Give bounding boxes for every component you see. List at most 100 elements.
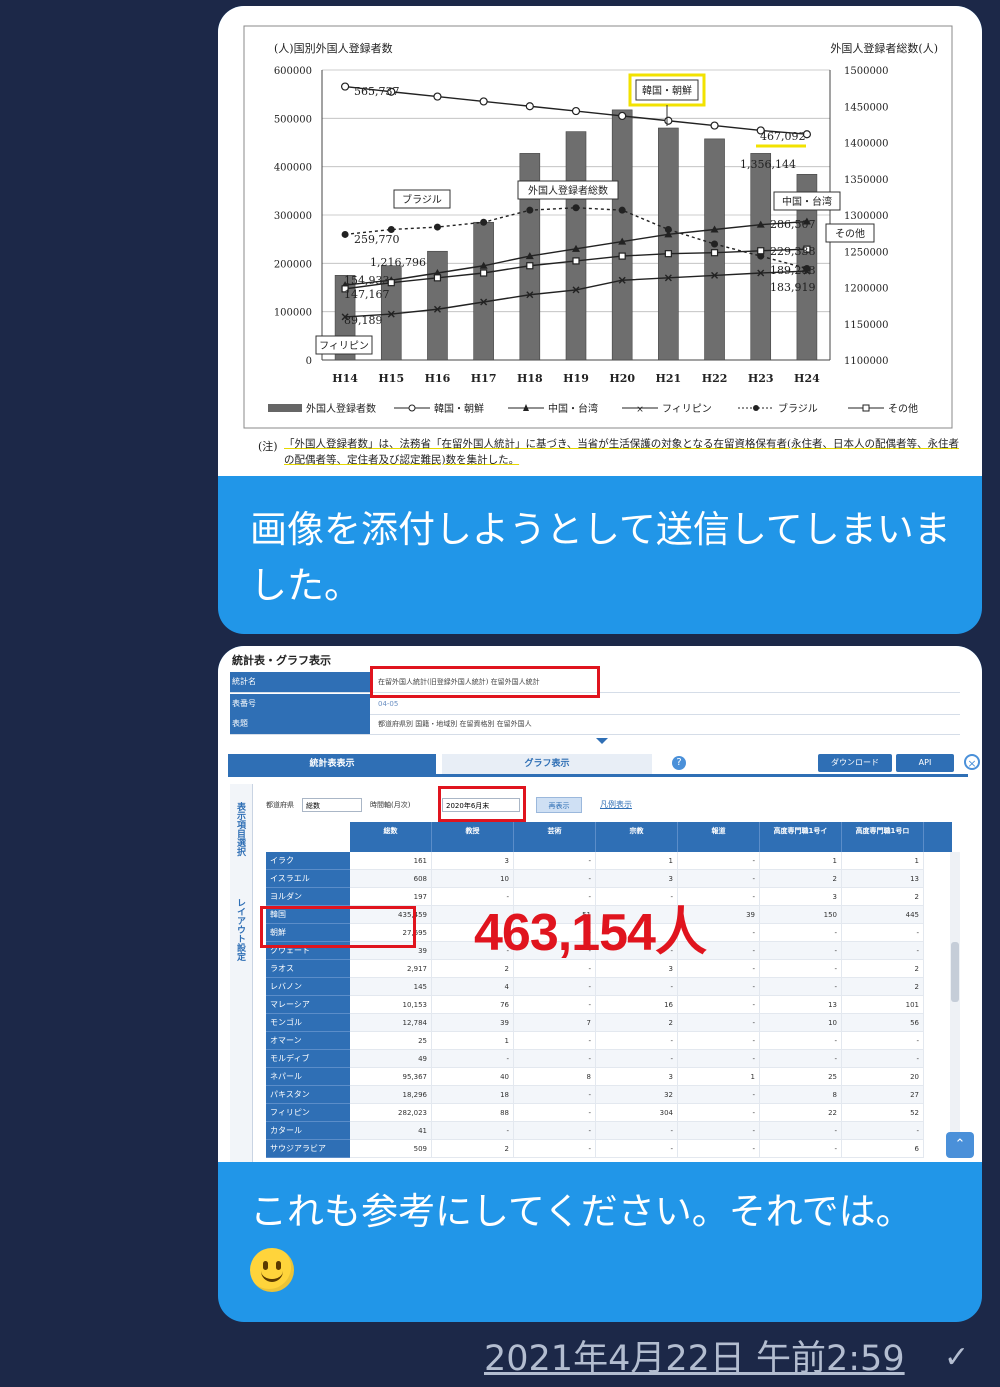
column-header[interactable]: 宗教 <box>596 822 678 852</box>
unit-link[interactable]: 凡例表示 <box>600 799 632 810</box>
table-cell: - <box>514 1032 596 1050</box>
read-check-icon: ✓ <box>944 1340 970 1375</box>
message-bubble-2[interactable]: 統計表・グラフ表示 統計名 在留外国人統計(旧登録外国人統計) 在留外国人統計 … <box>218 646 982 1322</box>
right-tick-label: 1500000 <box>844 66 889 77</box>
redisplay-button[interactable]: 再表示 <box>536 797 582 813</box>
column-header[interactable]: 報道 <box>678 822 760 852</box>
table-cell: - <box>514 978 596 996</box>
attached-table-image[interactable]: 統計表・グラフ表示 統計名 在留外国人統計(旧登録外国人統計) 在留外国人統計 … <box>218 646 982 1162</box>
vertical-scrollbar[interactable] <box>950 852 960 1152</box>
table-cell: - <box>760 1140 842 1158</box>
table-cell: 8 <box>760 1086 842 1104</box>
api-button[interactable]: API <box>896 754 954 772</box>
data-point <box>618 252 626 260</box>
table-cell: 2 <box>842 960 924 978</box>
side-tab-layout[interactable]: レイアウト設定 <box>234 898 247 961</box>
callout-korea: 韓国・朝鮮 <box>642 84 692 97</box>
grid-header: 総数教授芸術宗教報道高度専門職1号イ高度専門職1号ロ高度 <box>350 822 952 852</box>
table-row: モンゴル 12,784 39 7 2-10 56 <box>266 1014 952 1032</box>
table-cell: 1 <box>842 852 924 870</box>
svg-text:×: × <box>636 405 644 415</box>
table-cell: 27 <box>842 1086 924 1104</box>
table-cell: 49 <box>350 1050 432 1068</box>
left-axis-ticks: 600000 500000 400000 300000 200000 100000 0 <box>274 66 312 367</box>
expand-chevron-icon[interactable] <box>596 738 608 744</box>
table-cell: 101 <box>842 996 924 1014</box>
table-cell: 25 <box>350 1032 432 1050</box>
message-text-1: 画像を添付しようとして送信してしまいました。 <box>250 508 951 607</box>
table-cell: - <box>514 1050 596 1068</box>
table-cell: - <box>514 1086 596 1104</box>
column-header[interactable]: 総数 <box>350 822 432 852</box>
row-label: ネパール <box>266 1068 350 1086</box>
table-cell: 10,153 <box>350 996 432 1014</box>
tab-table-view[interactable]: 統計表表示 <box>228 754 436 774</box>
data-point <box>433 274 442 282</box>
meta-label: 統計名 <box>230 672 370 692</box>
help-icon[interactable]: ? <box>672 756 686 770</box>
table-cell: 7 <box>514 1014 596 1032</box>
legend-item: ブラジル <box>778 402 818 415</box>
data-point <box>479 97 488 106</box>
left-tick-label: 100000 <box>274 308 312 319</box>
legend-item: フィリピン <box>662 403 712 415</box>
data-point <box>664 250 672 258</box>
table-cell: - <box>678 1050 760 1068</box>
row-label: レバノン <box>266 978 350 996</box>
note-text: 「外国人登録者数」は、法務省「在留外国人統計」に基づき、当省が生活保護の対象とな… <box>284 438 960 466</box>
table-cell: 22 <box>760 1104 842 1122</box>
right-tick-label: 1250000 <box>844 247 889 258</box>
meta-value: 都道府県別 国籍・地域別 在留資格別 在留外国人 <box>378 720 532 728</box>
table-cell: - <box>596 1050 678 1068</box>
table-row: パキスタン 18,296 18-32-8 27 <box>266 1086 952 1104</box>
download-button[interactable]: ダウンロード <box>818 754 892 772</box>
table-cell: - <box>678 1032 760 1050</box>
bar <box>473 221 494 361</box>
table-cell: - <box>678 1122 760 1140</box>
table-cell: 95,367 <box>350 1068 432 1086</box>
message-text-2: これも参考にしてください。それでは。 <box>250 1184 952 1296</box>
right-tick-label: 1450000 <box>844 102 889 113</box>
table-cell: 3 <box>596 870 678 888</box>
legend-item: 中国・台湾 <box>548 402 598 415</box>
table-cell: 10 <box>760 1014 842 1032</box>
pref-select[interactable]: 総数 <box>302 798 362 812</box>
table-cell: - <box>678 1104 760 1122</box>
legend: 外国人登録者数 韓国・朝鮮 中国・台湾 × フィリピン ブラジル その他 <box>268 402 918 415</box>
tab-graph-view[interactable]: グラフ表示 <box>442 754 652 774</box>
right-axis-ticks: 1500000 1450000 1400000 1350000 1300000 12500… <box>844 66 889 367</box>
table-cell: 40 <box>432 1068 514 1086</box>
meta-label: 表番号 <box>230 694 370 714</box>
data-point <box>526 262 534 270</box>
callout-other: その他 <box>835 227 865 240</box>
value-label: 259,770 <box>354 233 400 246</box>
table-cell: 13 <box>842 870 924 888</box>
column-header[interactable]: 高度 <box>924 822 952 852</box>
x-tick-label: H20 <box>609 372 635 385</box>
close-icon[interactable]: × <box>964 754 980 770</box>
table-row: カタール 41- - - - - - <box>266 1122 952 1140</box>
column-header[interactable]: 高度専門職1号イ <box>760 822 842 852</box>
column-header[interactable]: 芸術 <box>514 822 596 852</box>
value-label: 1,356,144 <box>740 158 796 171</box>
right-tick-label: 1100000 <box>844 356 889 367</box>
data-point <box>387 226 395 233</box>
highlight-total-label: 463,154人 <box>474 904 707 962</box>
foreigner-registration-chart: (人)国別外国人登録者数 外国人登録者総数(人) 600000 500000 400… <box>243 25 960 466</box>
scroll-to-top-button[interactable]: ⌃ <box>946 1132 974 1158</box>
column-header[interactable]: 高度専門職1号ロ <box>842 822 924 852</box>
table-row: マレーシア 10,153 76-16-13 101 <box>266 996 952 1014</box>
table-cell: - <box>678 996 760 1014</box>
scroll-thumb[interactable] <box>951 942 959 1002</box>
row-label: イスラエル <box>266 870 350 888</box>
table-cell: 445 <box>842 906 924 924</box>
table-cell: - <box>514 1140 596 1158</box>
attached-chart-image[interactable]: (人)国別外国人登録者数 外国人登録者総数(人) 600000 500000 400… <box>218 6 982 476</box>
side-tab-item-select[interactable]: 表示項目選択 <box>234 802 247 856</box>
message-bubble-1[interactable]: (人)国別外国人登録者数 外国人登録者総数(人) 600000 500000 400… <box>218 6 982 634</box>
stats-page-title: 統計表・グラフ表示 <box>232 654 331 667</box>
table-cell: 25 <box>760 1068 842 1086</box>
table-cell: - <box>678 1140 760 1158</box>
x-tick-label: H24 <box>794 372 820 385</box>
column-header[interactable]: 教授 <box>432 822 514 852</box>
